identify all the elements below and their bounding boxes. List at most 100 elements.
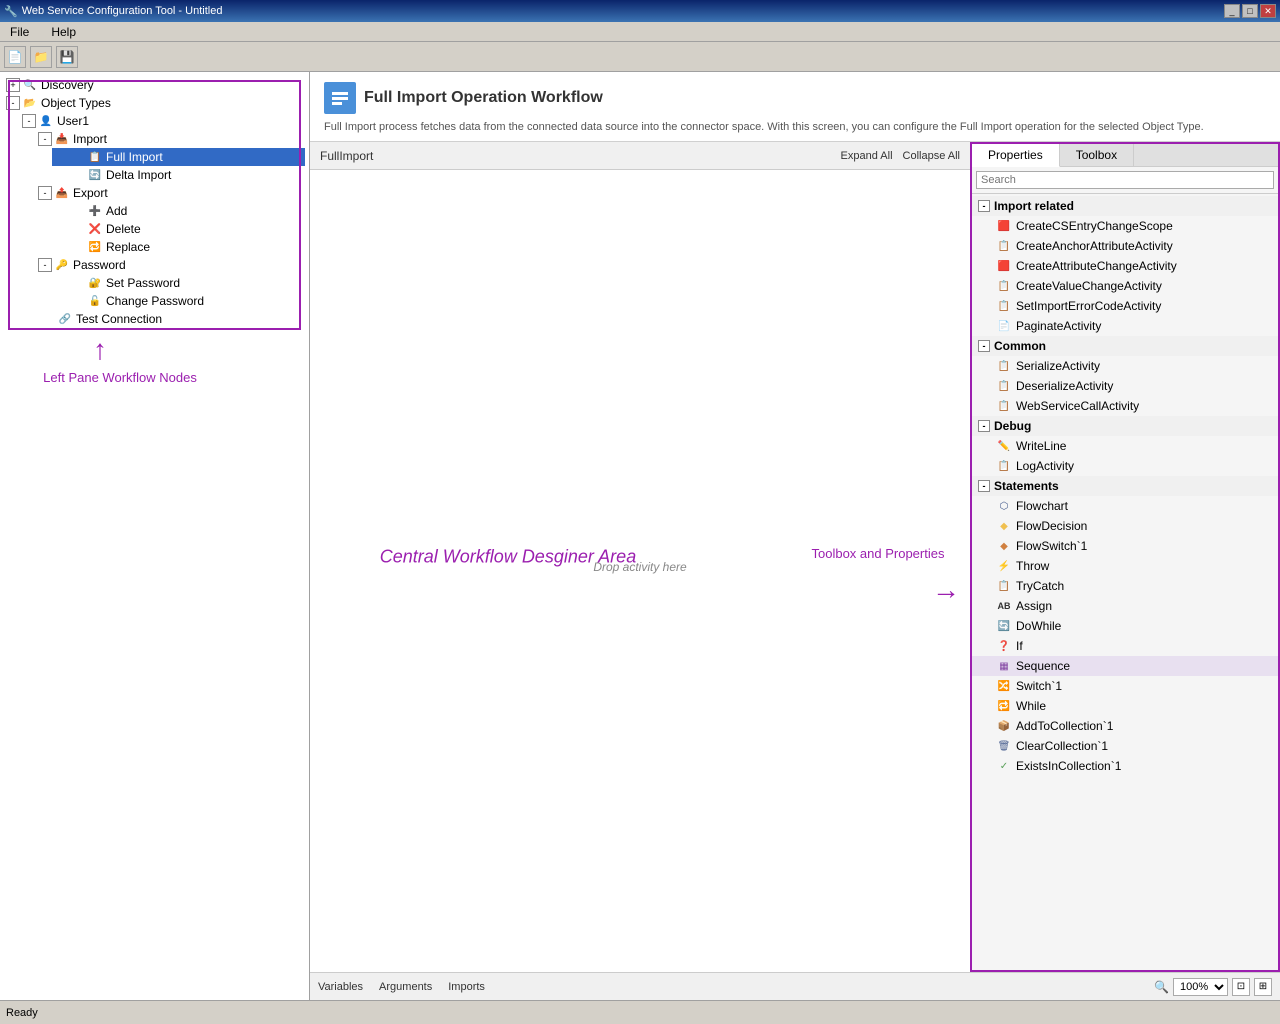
close-button[interactable]: ✕ <box>1260 4 1276 18</box>
import-group-toggle[interactable]: - <box>978 200 990 212</box>
group-import-related[interactable]: - Import related <box>972 196 1278 216</box>
restore-button[interactable]: □ <box>1242 4 1258 18</box>
tree-item-object-types[interactable]: - 📂 Object Types <box>4 94 305 112</box>
group-debug[interactable]: - Debug <box>972 416 1278 436</box>
group-statements[interactable]: - Statements <box>972 476 1278 496</box>
toolbox-item-sequence[interactable]: ▦ Sequence <box>972 656 1278 676</box>
collapse-all-button[interactable]: Collapse All <box>903 150 960 162</box>
menu-file[interactable]: File <box>4 23 35 41</box>
test-connection-label: Test Connection <box>76 312 162 326</box>
test-connection-icon: 🔗 <box>57 311 73 327</box>
toolbox-item-flowchart[interactable]: ⬡ Flowchart <box>972 496 1278 516</box>
tab-properties[interactable]: Properties <box>972 144 1060 167</box>
object-types-toggle[interactable]: - <box>6 96 20 110</box>
titlebar-title-group: 🔧 Web Service Configuration Tool - Untit… <box>4 5 222 18</box>
tree-item-test-connection[interactable]: 🔗 Test Connection <box>36 310 305 328</box>
tree-item-export[interactable]: - 📤 Export <box>36 184 305 202</box>
set-password-label: Set Password <box>106 276 180 290</box>
logactivity-icon: 📋 <box>996 458 1012 474</box>
tree-item-user1[interactable]: - 👤 User1 <box>20 112 305 130</box>
arguments-tab[interactable]: Arguments <box>379 981 432 993</box>
open-button[interactable]: 📁 <box>30 46 52 68</box>
toolbox-item-writeline[interactable]: ✏️ WriteLine <box>972 436 1278 456</box>
menu-help[interactable]: Help <box>45 23 82 41</box>
fullimport-label: FullImport <box>320 149 373 163</box>
toolbox-item-create-attr[interactable]: 🟥 CreateAttributeChangeActivity <box>972 256 1278 276</box>
toolbox-item-existsincollection[interactable]: ✓ ExistsInCollection`1 <box>972 756 1278 776</box>
password-toggle[interactable]: - <box>38 258 52 272</box>
toolbox-item-paginate[interactable]: 📄 PaginateActivity <box>972 316 1278 336</box>
toolbox-item-if[interactable]: ❓ If <box>972 636 1278 656</box>
webservice-call-label: WebServiceCallActivity <box>1016 399 1139 413</box>
toolbox-item-dowhile[interactable]: 🔄 DoWhile <box>972 616 1278 636</box>
tree-item-add[interactable]: ➕ Add <box>52 202 305 220</box>
object-types-icon: 📂 <box>22 95 38 111</box>
toolbox-item-flowdecision[interactable]: ◆ FlowDecision <box>972 516 1278 536</box>
common-group-toggle[interactable]: - <box>978 340 990 352</box>
variables-tab[interactable]: Variables <box>318 981 363 993</box>
import-toggle[interactable]: - <box>38 132 52 146</box>
webservice-call-icon: 📋 <box>996 398 1012 414</box>
group-common[interactable]: - Common <box>972 336 1278 356</box>
app-title: Web Service Configuration Tool - Untitle… <box>22 5 223 17</box>
password-icon: 🔑 <box>54 257 70 273</box>
writeline-icon: ✏️ <box>996 438 1012 454</box>
tree-item-change-password[interactable]: 🔓 Change Password <box>52 292 305 310</box>
discovery-toggle[interactable]: + <box>6 78 20 92</box>
toolbox-item-serialize[interactable]: 📋 SerializeActivity <box>972 356 1278 376</box>
tree-item-full-import[interactable]: 📋 Full Import <box>52 148 305 166</box>
tree-item-delete[interactable]: ❌ Delete <box>52 220 305 238</box>
left-pane-annotation-label: Left Pane Workflow Nodes <box>10 370 230 385</box>
zoom-expand-button[interactable]: ⊞ <box>1254 978 1272 996</box>
app-icon: 🔧 <box>4 5 18 18</box>
switch-icon: 🔀 <box>996 678 1012 694</box>
zoom-fit-button[interactable]: ⊡ <box>1232 978 1250 996</box>
toolbox-item-deserialize[interactable]: 📋 DeserializeActivity <box>972 376 1278 396</box>
deserialize-label: DeserializeActivity <box>1016 379 1113 393</box>
zoom-select[interactable]: 100% 75% 50% 150% <box>1173 978 1228 996</box>
statements-group-toggle[interactable]: - <box>978 480 990 492</box>
flowchart-label: Flowchart <box>1016 499 1068 513</box>
toolbox-item-throw[interactable]: ⚡ Throw <box>972 556 1278 576</box>
password-label: Password <box>73 258 126 272</box>
minimize-button[interactable]: _ <box>1224 4 1240 18</box>
toolbox-item-create-value[interactable]: 📋 CreateValueChangeActivity <box>972 276 1278 296</box>
toolbox-item-create-anchor[interactable]: 📋 CreateAnchorAttributeActivity <box>972 236 1278 256</box>
toolbox-item-flowswitch[interactable]: ◆ FlowSwitch`1 <box>972 536 1278 556</box>
toolbox-item-logactivity[interactable]: 📋 LogActivity <box>972 456 1278 476</box>
tree-item-discovery[interactable]: + 🔍 Discovery <box>4 76 305 94</box>
toolbox-item-assign[interactable]: AB Assign <box>972 596 1278 616</box>
debug-group-toggle[interactable]: - <box>978 420 990 432</box>
statements-group-label: Statements <box>994 479 1059 493</box>
switch-label: Switch`1 <box>1016 679 1062 693</box>
clearcollection-label: ClearCollection`1 <box>1016 739 1108 753</box>
create-anchor-label: CreateAnchorAttributeActivity <box>1016 239 1173 253</box>
toolbox-item-trycatch[interactable]: 📋 TryCatch <box>972 576 1278 596</box>
toolbox-item-webservice-call[interactable]: 📋 WebServiceCallActivity <box>972 396 1278 416</box>
tree-item-delta-import[interactable]: 🔄 Delta Import <box>52 166 305 184</box>
discovery-icon: 🔍 <box>22 77 38 93</box>
replace-spacer <box>54 239 84 255</box>
toolbox-item-create-cs[interactable]: 🟥 CreateCSEntryChangeScope <box>972 216 1278 236</box>
designer-area[interactable]: FullImport Expand All Collapse All Drop … <box>310 142 970 972</box>
new-button[interactable]: 📄 <box>4 46 26 68</box>
delta-spacer <box>54 167 84 183</box>
toolbox-item-set-import-error[interactable]: 📋 SetImportErrorCodeActivity <box>972 296 1278 316</box>
tree-item-set-password[interactable]: 🔐 Set Password <box>52 274 305 292</box>
save-button[interactable]: 💾 <box>56 46 78 68</box>
imports-tab[interactable]: Imports <box>448 981 485 993</box>
tree-item-replace[interactable]: 🔁 Replace <box>52 238 305 256</box>
toolbox-item-switch[interactable]: 🔀 Switch`1 <box>972 676 1278 696</box>
user1-toggle[interactable]: - <box>22 114 36 128</box>
export-toggle[interactable]: - <box>38 186 52 200</box>
toolbox-search-input[interactable] <box>976 171 1274 189</box>
tree-item-import[interactable]: - 📥 Import <box>36 130 305 148</box>
toolbox-item-while[interactable]: 🔁 While <box>972 696 1278 716</box>
expand-all-button[interactable]: Expand All <box>841 150 893 162</box>
toolbox-item-addtocollection[interactable]: 📦 AddToCollection`1 <box>972 716 1278 736</box>
toolbox-item-clearcollection[interactable]: 🗑 ClearCollection`1 <box>972 736 1278 756</box>
create-attr-icon: 🟥 <box>996 258 1012 274</box>
tree-item-password[interactable]: - 🔑 Password <box>36 256 305 274</box>
central-area: Full Import Operation Workflow Full Impo… <box>310 72 1280 1000</box>
tab-toolbox[interactable]: Toolbox <box>1060 144 1134 166</box>
